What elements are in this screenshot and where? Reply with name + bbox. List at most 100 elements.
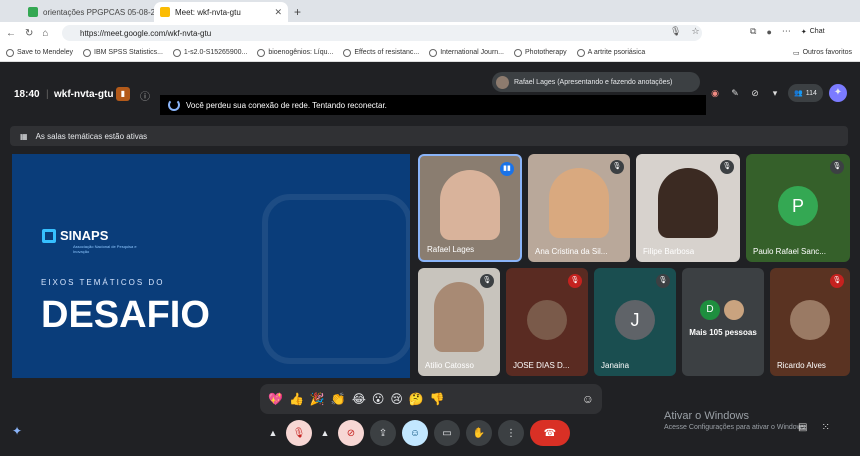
- participant-video: [658, 168, 718, 238]
- mic-off-icon: 🎙: [568, 274, 582, 288]
- participant-photo: [527, 300, 567, 340]
- chat-button[interactable]: ✦ Chat: [801, 28, 825, 36]
- participant-tile[interactable]: 🎙 JOSE DIAS D...: [506, 268, 588, 376]
- close-icon[interactable]: ✕: [274, 7, 282, 18]
- mic-icon[interactable]: 🎙: [670, 26, 681, 37]
- speaking-icon: ▮▮: [500, 162, 514, 176]
- participant-tile[interactable]: 🎙 Ricardo Alves: [770, 268, 850, 376]
- participants-button[interactable]: 👥 114: [788, 84, 823, 102]
- new-tab-button[interactable]: +: [288, 2, 310, 22]
- meeting-code: wkf-nvta-gtu: [54, 89, 114, 100]
- globe-icon: [343, 48, 352, 57]
- camera-off-icon: ⊘: [346, 427, 356, 439]
- more-participants-tile[interactable]: D Mais 105 pessoas: [682, 268, 764, 376]
- profile-icon[interactable]: ●: [766, 27, 771, 37]
- reaction-thumbs-up[interactable]: 👍: [289, 392, 304, 406]
- bookmark-item[interactable]: IBM SPSS Statistics...: [83, 48, 163, 57]
- bookmark-item[interactable]: A artrite psoriásica: [576, 48, 645, 57]
- extensions-icon[interactable]: ⧉: [750, 26, 756, 37]
- address-bar-row: ← ↻ ⌂ https://meet.google.com/wkf-nvta-g…: [0, 22, 860, 44]
- recording-icon[interactable]: ▮: [116, 87, 130, 101]
- tab-orientacoes[interactable]: orientações PPGPCAS 05-08-2025 ✕: [22, 2, 154, 22]
- gemini-icon[interactable]: ✦: [12, 424, 22, 438]
- reactions-bar: 💖 👍 🎉 👏 😂 😮 😢 🤔 👎 ☺: [260, 384, 602, 414]
- reaction-surprised[interactable]: 😮: [372, 392, 385, 406]
- participant-name: JOSE DIAS D...: [513, 361, 570, 370]
- chevron-down-icon[interactable]: ▾: [768, 86, 782, 100]
- mic-off-icon: 🎙: [830, 160, 844, 174]
- control-bar: ▲ 🎙 ▲ ⊘ ⇪ ☺ ▭ ✋ ⋮ ☎: [260, 416, 602, 450]
- reaction-laugh[interactable]: 😂: [352, 392, 366, 406]
- bookmark-item[interactable]: Save to Mendeley: [6, 48, 73, 57]
- bookmark-item[interactable]: 1-s2.0-S15265900...: [172, 48, 247, 57]
- participant-name: Ricardo Alves: [777, 361, 826, 370]
- tab-label: orientações PPGPCAS 05-08-2025: [43, 7, 154, 17]
- url-field[interactable]: https://meet.google.com/wkf-nvta-gtu: [62, 25, 702, 41]
- bottom-right-controls: ▤ ⁙: [798, 422, 830, 433]
- home-icon[interactable]: ⌂: [42, 28, 48, 39]
- presenter-chip[interactable]: Rafael Lages (Apresentando e fazendo ano…: [492, 72, 700, 92]
- windows-watermark-title: Ativar o Windows: [664, 410, 749, 422]
- reaction-sad[interactable]: 😢: [390, 392, 403, 406]
- camera-toggle-button[interactable]: ⊘: [338, 420, 364, 446]
- star-icon[interactable]: ☆: [691, 26, 699, 37]
- breakout-banner: ▦ As salas temáticas estão ativas: [10, 126, 848, 146]
- chat-icon[interactable]: ▤: [798, 422, 807, 433]
- emoji-picker-icon[interactable]: ☺: [582, 392, 594, 406]
- participant-tile[interactable]: 🎙 Filipe Barbosa: [636, 154, 740, 262]
- chevron-up-icon[interactable]: ▲: [266, 428, 280, 438]
- record-icon[interactable]: ◉: [708, 86, 722, 100]
- emoji-button[interactable]: ☺: [402, 420, 428, 446]
- apps-icon[interactable]: ⁙: [821, 422, 829, 433]
- more-options-button[interactable]: ⋮: [498, 420, 524, 446]
- reaction-thumbs-down[interactable]: 👎: [430, 392, 445, 406]
- globe-icon: [576, 48, 585, 57]
- tab-meet[interactable]: Meet: wkf-nvta-gtu ✕: [154, 2, 288, 22]
- sheets-icon: [28, 7, 38, 17]
- reaction-party[interactable]: 🎉: [310, 392, 325, 406]
- bookmark-item[interactable]: Effects of resistanc...: [343, 48, 419, 57]
- reload-icon[interactable]: ↻: [25, 28, 33, 39]
- reaction-heart[interactable]: 💖: [268, 392, 283, 406]
- reaction-thinking[interactable]: 🤔: [409, 392, 424, 406]
- globe-icon: [172, 48, 181, 57]
- other-bookmarks[interactable]: ▭ Outros favoritos: [793, 49, 852, 57]
- participant-tile[interactable]: ▮▮ Rafael Lages: [418, 154, 522, 262]
- present-icon: ⇪: [378, 427, 388, 439]
- participant-tile[interactable]: J 🎙 Janaina: [594, 268, 676, 376]
- back-icon[interactable]: ←: [6, 28, 16, 39]
- participant-video: [434, 282, 484, 352]
- participant-tile[interactable]: P 🎙 Paulo Rafael Sanc...: [746, 154, 850, 262]
- avatar: [724, 300, 744, 320]
- reaction-clap[interactable]: 👏: [331, 392, 346, 406]
- chevron-up-icon[interactable]: ▲: [318, 428, 332, 438]
- participant-video: [440, 170, 500, 240]
- participant-tile[interactable]: 🎙 Atilio Catosso: [418, 268, 500, 376]
- gemini-icon[interactable]: ✦: [828, 84, 847, 102]
- folder-icon: ▭: [792, 49, 800, 57]
- bookmark-item[interactable]: bioenogênios: Líqu...: [257, 48, 333, 57]
- participant-tile[interactable]: 🎙 Ana Cristina da Sil...: [528, 154, 630, 262]
- presentation-slide: SINAPS Associação Nacional de Pesquisa e…: [12, 154, 410, 378]
- captions-off-icon[interactable]: ⊘: [748, 86, 762, 100]
- globe-icon: [514, 48, 523, 57]
- annotate-icon[interactable]: ✎: [728, 86, 742, 100]
- bookmark-item[interactable]: International Journ...: [429, 48, 504, 57]
- globe-icon: [429, 48, 438, 57]
- leave-call-button[interactable]: ☎: [530, 420, 570, 446]
- mic-toggle-button[interactable]: 🎙: [286, 420, 312, 446]
- info-icon[interactable]: ⓘ: [140, 88, 150, 103]
- raise-hand-button[interactable]: ✋: [466, 420, 492, 446]
- participant-video: [549, 168, 609, 238]
- captions-button[interactable]: ▭: [434, 420, 460, 446]
- present-button[interactable]: ⇪: [370, 420, 396, 446]
- participant-name: Ana Cristina da Sil...: [535, 247, 608, 256]
- participant-name: Rafael Lages: [427, 245, 475, 254]
- avatar: D: [700, 300, 720, 320]
- spinner-icon: [168, 99, 180, 111]
- more-participants-label: Mais 105 pessoas: [689, 328, 757, 337]
- globe-icon: [257, 48, 266, 57]
- bookmark-item[interactable]: Phototherapy: [514, 48, 567, 57]
- meet-area: Rafael Lages (Apresentando e fazendo ano…: [2, 64, 858, 456]
- menu-icon[interactable]: ⋯: [782, 26, 791, 37]
